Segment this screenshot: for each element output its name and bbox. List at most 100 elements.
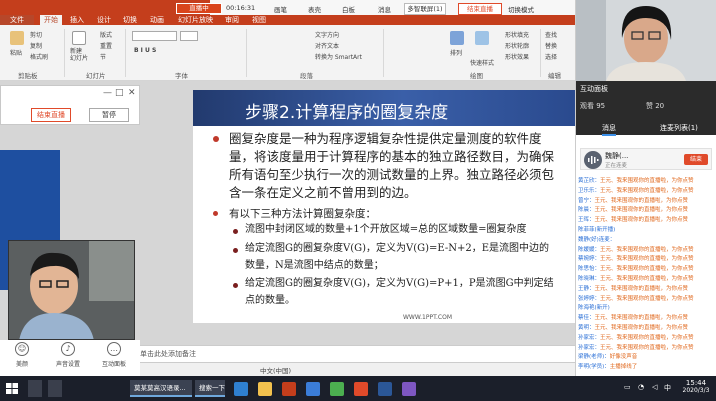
notes-pane[interactable]: 单击此处添加备注 [140,345,575,362]
chat-message: 陈晨：王元、我来围观你的直播啦，为你点赞 [578,206,715,214]
like-count: 赞 20 [646,102,665,110]
shape-fill-button[interactable]: 形状填充 [505,30,529,39]
find-button[interactable]: 查找 [545,30,557,39]
new-slide-button[interactable]: 新建 幻灯片 [70,48,90,62]
chrome-icon[interactable] [330,382,344,396]
teacher-camera[interactable] [576,0,716,81]
chat-text: 王元、我来围观你的直播啦，为你点赞 [600,276,694,282]
taskbar-search-item[interactable]: 搜索一下 [195,380,225,397]
status-bar: 中文(中国) [140,362,575,376]
app-icon[interactable] [378,382,392,396]
slide-paragraph-2: 有以下三种方法计算圈复杂度： [229,208,376,220]
layout-button[interactable]: 版式 [100,30,112,39]
end-mic-button[interactable]: 结束 [684,154,708,165]
tab-view[interactable]: 视图 [252,15,266,25]
font-name-select[interactable] [132,31,177,41]
font-size-select[interactable] [180,31,198,41]
live-status-badge[interactable]: 直播中 [176,3,222,14]
arrange-button[interactable]: 排列 [450,48,462,57]
cut-button[interactable]: 剪切 [30,30,42,39]
paste-button[interactable]: 粘贴 [10,48,22,57]
switch-mode-button[interactable]: 切换模式 [508,4,534,14]
interactive-panel-control[interactable]: … 互动面板 [96,342,132,368]
tab-animations[interactable]: 动画 [150,15,164,25]
app-icon[interactable] [354,382,368,396]
reset-button[interactable]: 重置 [100,41,112,50]
slide-canvas[interactable]: 步骤2.计算程序的圈复杂度 圈复杂度是一种为程序逻辑复杂性提供定量测度的软件度量… [193,90,575,323]
watch-tool[interactable]: 表壳 [308,4,321,14]
message-tool[interactable]: 消息 [378,4,391,14]
format-painter-button[interactable]: 格式刷 [30,52,48,61]
multi-screen-button[interactable]: 多智联屏(1) [404,3,446,15]
minimize-icon[interactable]: — [103,88,112,98]
tab-slideshow[interactable]: 幻灯片放映 [178,15,213,25]
slide-sub-2a: 给定流图G的圈复杂度V(G)，定义为V(G)=E-N+2，E是流图中边的 [245,243,550,254]
arrange-icon[interactable] [450,31,464,45]
close-icon[interactable]: ✕ [128,88,136,98]
powerpoint-icon[interactable] [282,382,296,396]
tab-mic-list[interactable]: 连麦列表(1) [660,123,698,133]
section-button[interactable]: 节 [100,52,106,61]
smartart-button[interactable]: 转换为 SmartArt [315,52,362,61]
tab-review[interactable]: 审阅 [225,15,239,25]
shape-effects-button[interactable]: 形状效果 [505,52,529,61]
shape-outline-button[interactable]: 形状轮廓 [505,41,529,50]
replace-button[interactable]: 替换 [545,41,557,50]
whiteboard-tool[interactable]: 白板 [342,4,355,14]
battery-icon[interactable]: ▭ [624,383,631,391]
chat-sender: 孙家宏： [578,334,601,341]
maximize-icon[interactable]: □ [115,88,124,98]
word-icon[interactable] [306,382,320,396]
tab-design[interactable]: 设计 [97,15,111,25]
quick-styles-button[interactable]: 快速样式 [470,58,494,67]
ime-indicator[interactable]: 中 [664,383,671,393]
notes-placeholder: 单击此处添加备注 [140,350,196,358]
align-text-button[interactable]: 对齐文本 [315,41,339,50]
volume-icon[interactable]: ◁ [652,383,657,391]
wifi-icon[interactable]: ◔ [638,383,644,391]
sound-settings-control[interactable]: ♪ 声音设置 [50,342,86,368]
copy-button[interactable]: 复制 [30,41,42,50]
quick-styles-icon[interactable] [475,31,489,45]
end-live-button[interactable]: 结束直播 [458,3,502,15]
tab-insert[interactable]: 插入 [70,15,84,25]
chat-message: 黄明：王元、我来围观你的直播啦，为你点赞 [578,324,715,332]
tab-messages[interactable]: 消息 [602,123,616,136]
language-indicator[interactable]: 中文(中国) [260,365,291,375]
chat-message: 李明(学员)：主播掉线了 [578,363,715,371]
chat-sender: 李明(学员)： [578,364,610,371]
chat-sender: 蔡婉婷： [578,256,601,263]
clock-date: 2020/3/3 [682,387,710,394]
chat-message: 陈海艳(新开) [578,304,715,312]
font-format-row[interactable]: B I U S [134,47,156,54]
tab-transitions[interactable]: 切换 [123,15,137,25]
tab-home[interactable]: 开始 [40,15,62,25]
app-icon[interactable] [402,382,416,396]
tab-file[interactable]: 文件 [0,15,34,25]
pen-tool[interactable]: 画笔 [274,4,287,14]
edge-icon[interactable] [234,382,248,396]
text-direction-button[interactable]: 文字方向 [315,30,339,39]
task-view-icon[interactable] [28,380,42,397]
windows-start-icon[interactable] [4,380,20,397]
system-clock[interactable]: 15:44 2020/3/3 [676,379,716,394]
float-pause-button[interactable]: 暂停 [89,108,129,122]
chat-list[interactable]: 黄芷欣：王元、我来围观你的直播啦，为你点赞 卫乐乐：王元、我来围观你的直播啦，为你… [576,177,716,376]
folder-icon[interactable] [258,382,272,396]
chat-message: 蔡婉婷：王元、我来围观你的直播啦，为你点赞 [578,255,715,263]
search-icon[interactable] [48,380,62,397]
taskbar-app-item[interactable]: 莫某莫高汉语录... [130,380,192,397]
chat-sender: 陈思怡： [578,266,601,273]
beauty-control[interactable]: ☺ 美颜 [4,342,40,368]
chat-text: 王元、我来围观你的直播啦，为你点赞 [594,325,689,331]
chat-text: 王元、我来围观你的直播啦，为你点赞 [594,217,689,224]
float-end-live-button[interactable]: 结束直播 [31,108,71,122]
teacher-video-frame [576,0,716,81]
chat-text: 王元、我来围观你的直播啦，为你点赞 [594,285,689,292]
select-button[interactable]: 选择 [545,52,557,61]
paste-icon[interactable] [10,31,24,45]
ribbon-divider [383,29,384,77]
presenter-camera[interactable] [8,240,135,340]
chat-text: 王元、我来围观你的直播啦，为你点赞 [600,178,694,184]
new-slide-icon[interactable] [72,31,86,45]
